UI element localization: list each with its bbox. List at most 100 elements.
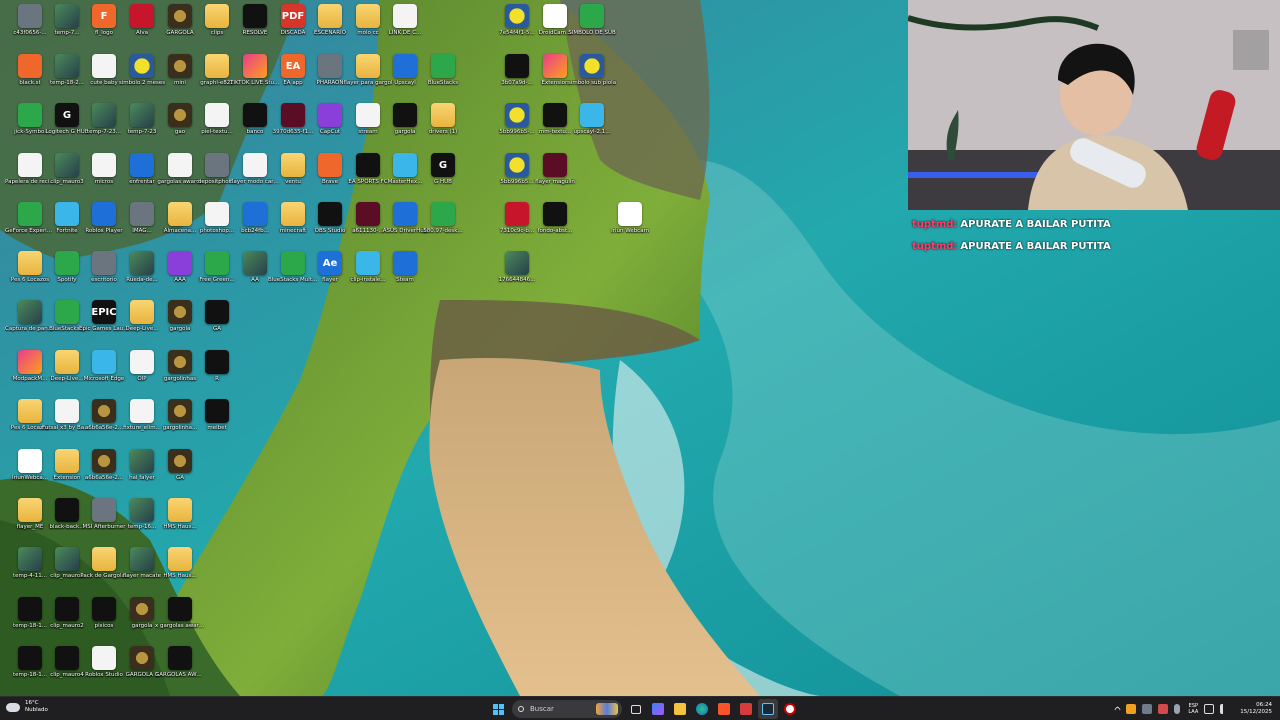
volume-icon[interactable] (1220, 704, 1230, 714)
search-placeholder: Buscar (530, 705, 554, 713)
app-icon: EA (281, 54, 305, 78)
desktop-icon[interactable]: simbolo sub piola (567, 54, 617, 100)
app-icon (205, 54, 229, 78)
weather-temperature: 16°C (25, 700, 39, 706)
app-icon (168, 103, 192, 127)
app-icon (92, 202, 116, 226)
network-icon[interactable] (1204, 704, 1215, 714)
app-icon (543, 4, 567, 28)
desktop-icon[interactable]: drivers (1) (418, 103, 468, 149)
app-icon (356, 251, 380, 275)
file-explorer-button[interactable] (670, 699, 690, 719)
app-icon (505, 54, 529, 78)
start-button[interactable] (488, 699, 508, 719)
app-icon (18, 300, 42, 324)
app-icon (55, 547, 79, 571)
app-icon (356, 202, 380, 226)
app-icon (393, 153, 417, 177)
desktop-icon-label: flayer magulin (535, 179, 575, 185)
desktop-icon-label: Steam (396, 277, 414, 283)
app-icon (55, 300, 79, 324)
desktop-icon[interactable]: HMS Haus... (155, 498, 205, 544)
app-icon (92, 54, 116, 78)
app-icon (168, 498, 192, 522)
app-icon (243, 251, 267, 275)
app-icon (168, 153, 192, 177)
app-icon: EPIC (91, 300, 117, 324)
desktop-icon[interactable]: Iriun Webcam (605, 202, 655, 248)
app-icon (168, 54, 192, 78)
desktop-icon[interactable]: melbet (192, 399, 242, 445)
desktop-icon[interactable]: flayer magulin (530, 153, 580, 199)
app-icon (505, 103, 529, 127)
app-icon (205, 4, 229, 28)
app-icon (168, 350, 192, 374)
desktop-icon[interactable]: G G HUB (418, 153, 468, 199)
desktop-icon[interactable]: 176644846... (492, 251, 542, 297)
edge-button[interactable] (692, 699, 712, 719)
desktop-icon[interactable]: LINK DE C... (380, 4, 430, 50)
app-icon (431, 202, 455, 226)
desktop-icon-label: GA (175, 475, 185, 481)
taskbar-clock[interactable]: 06:24 15/12/2025 (1240, 702, 1272, 716)
app-icon (543, 153, 567, 177)
app-icon (130, 547, 154, 571)
app-icon (393, 4, 417, 28)
desktop-icon-label: drivers (1) (428, 129, 458, 135)
app-icon: G (55, 103, 79, 127)
app-icon (130, 153, 154, 177)
steam-button[interactable] (758, 699, 778, 719)
brave-button[interactable] (714, 699, 734, 719)
obs-button[interactable] (780, 699, 800, 719)
chevron-up-icon[interactable] (1114, 705, 1122, 713)
desktop-icon-label: GARGOLAS AWARDS (155, 672, 205, 678)
desktop-icon[interactable]: GA (155, 449, 205, 495)
app-icon (505, 251, 529, 275)
desktop-icon[interactable]: Steam (380, 251, 430, 297)
desktop-icon[interactable]: x gargolas awards (155, 597, 205, 643)
app-icon (92, 153, 116, 177)
app-icon (55, 597, 79, 621)
tray-app-icon[interactable] (1158, 704, 1169, 714)
weather-widget[interactable]: 16°C Nublado (6, 700, 48, 714)
app-icon (92, 498, 116, 522)
desktop-icon[interactable]: fondo-abst... (530, 202, 580, 248)
tray-app-icon[interactable] (1126, 704, 1137, 714)
app-icon (92, 597, 116, 621)
app-icon (205, 399, 229, 423)
app-icon (505, 202, 529, 226)
desktop-icon[interactable]: BlueStacks (418, 54, 468, 100)
app-icon (18, 251, 42, 275)
desktop-icon[interactable]: GARGOLAS AWARDS (155, 646, 205, 692)
language-indicator[interactable]: ESP LAA (1188, 703, 1198, 715)
desktop-icon-label: upscayl-2.1... (573, 129, 611, 135)
app-icon (55, 350, 79, 374)
cloud-icon (6, 702, 20, 712)
app-icon (243, 4, 267, 28)
task-view-button[interactable] (626, 699, 646, 719)
stream-chat-overlay: tuptmd: APURATE A BAILAR PUTITA tuptmd: AP… (912, 214, 1272, 258)
app-icon (281, 103, 305, 127)
desktop-icon-label: 580.97-desk... (423, 228, 463, 234)
desktop-icon[interactable]: upscayl-2.1... (567, 103, 617, 149)
app-icon (281, 251, 305, 275)
app-icon (318, 103, 342, 127)
desktop-icon[interactable]: 580.97-desk... (418, 202, 468, 248)
app-icon (55, 4, 79, 28)
app-icon (356, 103, 380, 127)
app-icon (18, 202, 42, 226)
desktop-icon[interactable]: R (192, 350, 242, 396)
microphone-icon[interactable] (1174, 704, 1181, 714)
app-icon: Ae (318, 251, 342, 275)
widgets-button[interactable] (648, 699, 668, 719)
desktop-icon[interactable]: GA (192, 300, 242, 346)
desktop-icon[interactable]: HMS Haus... (155, 547, 205, 593)
app-icon (92, 399, 116, 423)
calendar-button[interactable] (736, 699, 756, 719)
app-icon (580, 103, 604, 127)
app-icon (130, 103, 154, 127)
tray-app-icon[interactable] (1142, 704, 1153, 714)
taskbar-search[interactable]: Buscar (512, 700, 622, 718)
desktop-icon[interactable]: SIMBOLO DE SUB (567, 4, 617, 50)
app-icon (18, 103, 42, 127)
